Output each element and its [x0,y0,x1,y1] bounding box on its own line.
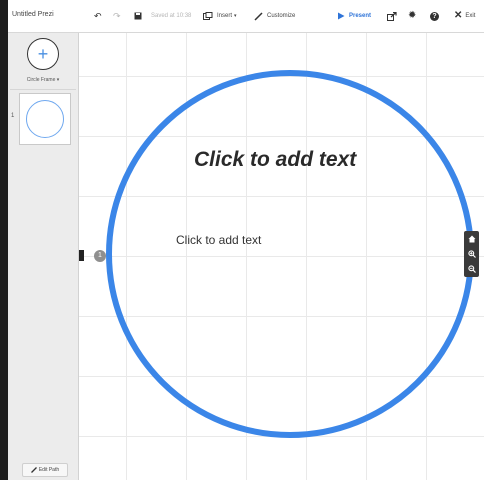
thumbnail-circle-frame [26,100,64,138]
customize-button[interactable]: Customize [254,8,295,24]
settings-button[interactable]: ✹ [408,8,416,24]
exit-x-icon: ✕ [454,10,463,21]
redo-button[interactable]: ↷ [113,8,121,24]
undo-button[interactable]: ↶ [94,8,102,24]
customize-brush-icon [254,11,263,21]
exit-button[interactable]: ✕ Exit [454,8,475,24]
present-button[interactable]: Present [337,8,371,24]
home-button[interactable] [464,231,479,246]
top-toolbar: Untitled Prezi ↶ ↷ Saved at 10:38 Insert… [8,0,484,33]
zoom-controls [464,231,479,277]
window-border [0,0,8,480]
edit-path-button[interactable]: Edit Path [22,463,68,477]
zoom-in-icon [467,249,476,258]
plus-icon: + [37,44,49,64]
body-placeholder[interactable]: Click to add text [176,233,261,247]
save-button[interactable] [134,8,142,24]
path-step-marker[interactable]: 1 [94,250,106,262]
add-frame-panel: + Circle Frame ▾ [10,33,76,90]
present-label: Present [349,13,372,19]
zoom-in-button[interactable] [464,246,479,261]
home-icon [468,235,475,242]
settings-gear-icon: ✹ [408,10,417,21]
frames-sidebar: + Circle Frame ▾ 1 Edit Path [8,33,79,480]
pencil-icon [30,467,37,473]
zoom-out-icon [467,264,476,273]
edit-path-label: Edit Path [38,467,60,473]
add-frame-button[interactable]: + [27,38,59,70]
frame-type-label: Circle Frame [26,77,56,83]
share-icon [387,11,397,21]
insert-label: Insert [217,13,233,19]
presentation-canvas[interactable]: Click to add text Click to add text 1 [79,33,484,480]
exit-label: Exit [465,13,476,19]
redo-icon: ↷ [113,11,121,21]
frame-type-selector[interactable]: Circle Frame ▾ [10,77,76,83]
insert-menu[interactable]: Insert ▾ [203,8,237,24]
help-icon: ? [430,11,439,21]
chevron-down-icon: ▾ [234,13,237,19]
insert-icon [203,11,213,20]
chevron-down-icon: ▾ [56,77,60,83]
present-play-icon [338,12,345,20]
customize-label: Customize [267,13,296,19]
document-title[interactable]: Untitled Prezi [12,11,54,18]
share-button[interactable] [387,8,397,24]
zoom-out-button[interactable] [464,261,479,276]
save-icon [134,12,142,20]
saved-status: Saved at 10:38 [151,13,192,19]
path-handle[interactable] [79,250,84,261]
thumbnail-number: 1 [11,113,15,119]
circle-frame[interactable] [106,70,474,438]
title-placeholder[interactable]: Click to add text [194,148,356,172]
slide-thumbnail[interactable] [19,93,71,145]
help-button[interactable]: ? [430,8,439,24]
undo-icon: ↶ [94,11,102,21]
